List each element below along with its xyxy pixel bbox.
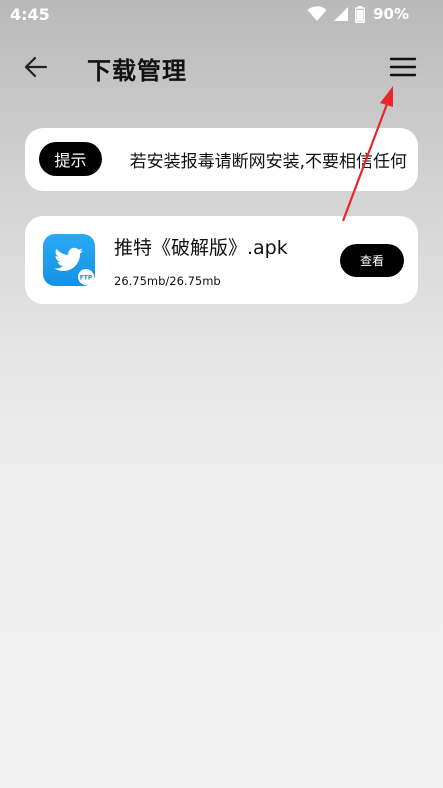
wifi-icon <box>307 6 327 22</box>
twitter-app-icon: FTP <box>43 234 95 286</box>
back-button[interactable] <box>20 52 54 82</box>
cell-signal-icon <box>333 6 349 22</box>
status-icons: 90% <box>307 5 409 23</box>
svg-text:FTP: FTP <box>80 275 93 282</box>
file-name: 推特《破解版》.apk <box>114 237 288 259</box>
annotation-arrow <box>341 86 393 222</box>
menu-button[interactable] <box>386 52 420 82</box>
download-item: FTP 推特《破解版》.apk 26.75mb/26.75mb 查看 <box>25 216 418 304</box>
hamburger-menu-icon <box>389 57 417 77</box>
notice-tag: 提示 <box>39 142 102 176</box>
notice-marquee: 若安装报毒请断网安装,不要相信任何 <box>115 128 407 191</box>
battery-percent: 90% <box>373 5 409 23</box>
arrow-left-icon <box>24 56 48 78</box>
file-size: 26.75mb/26.75mb <box>114 274 221 288</box>
page-title: 下载管理 <box>87 57 187 85</box>
battery-icon <box>355 5 366 23</box>
notice-text: 若安装报毒请断网安装,不要相信任何 <box>129 152 407 172</box>
notice-card: 提示 若安装报毒请断网安装,不要相信任何 <box>25 128 418 191</box>
status-bar: 4:45 90% <box>0 0 443 32</box>
status-time: 4:45 <box>10 5 50 24</box>
view-button[interactable]: 查看 <box>340 244 404 277</box>
